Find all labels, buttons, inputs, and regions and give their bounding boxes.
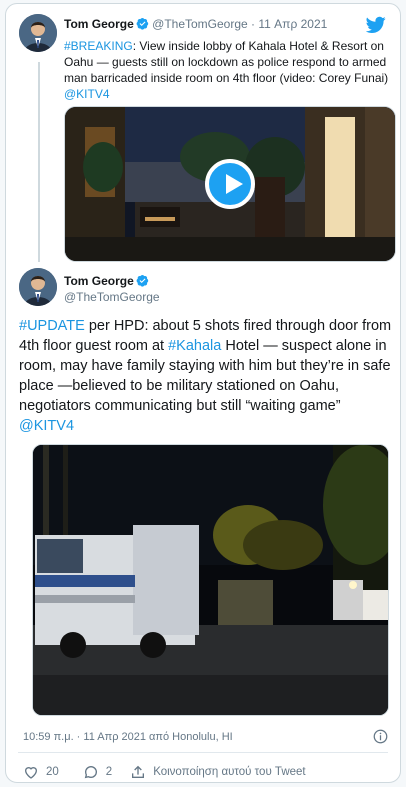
tweet-photo[interactable] (32, 444, 389, 716)
video-thumbnail[interactable] (64, 106, 396, 262)
share-icon (132, 765, 145, 778)
likes-count: 20 (46, 766, 59, 778)
divider (18, 752, 388, 753)
verified-badge-icon (136, 17, 148, 30)
reply-icon (84, 765, 97, 779)
like-button[interactable]: 20 (23, 764, 59, 780)
avatar[interactable] (19, 14, 57, 52)
mention-link[interactable]: @KITV4 (19, 418, 74, 434)
thread-connector (38, 62, 40, 262)
action-bar: 20 2 Κοινοποίηση αυτού του Tweet (23, 762, 306, 782)
author-handle[interactable]: @TheTomGeorge (64, 290, 160, 304)
replies-count: 2 (105, 766, 113, 778)
mention-link[interactable]: @KITV4 (64, 87, 110, 101)
tweet-text: #UPDATE per HPD: about 5 shots fired thr… (19, 316, 397, 436)
quoted-tweet-header: Tom George @TheTomGeorge · 11 Απρ 2021 (64, 17, 327, 31)
tweet-date[interactable]: 11 Απρ 2021 (258, 17, 327, 31)
quoted-tweet-text: #BREAKING: View inside lobby of Kahala H… (64, 38, 394, 102)
tweet-card: Tom George @TheTomGeorge · 11 Απρ 2021 #… (5, 3, 401, 783)
verified-badge-icon (136, 274, 148, 287)
play-icon[interactable] (205, 159, 255, 209)
author-handle[interactable]: @TheTomGeorge (152, 17, 248, 31)
author-name[interactable]: Tom George (64, 274, 134, 288)
twitter-bird-icon[interactable] (366, 16, 386, 34)
tweet-timestamp[interactable]: 10:59 π.μ. · 11 Απρ 2021 από Honolulu, H… (23, 731, 233, 743)
heart-icon (24, 767, 38, 779)
author-name-row: Tom George (64, 274, 149, 288)
share-label: Κοινοποίηση αυτού του Tweet (153, 766, 306, 778)
separator: · (247, 17, 259, 31)
reply-button[interactable]: 2 (83, 764, 112, 780)
hashtag-link[interactable]: #BREAKING (64, 39, 133, 53)
avatar[interactable] (19, 268, 57, 306)
author-name[interactable]: Tom George (64, 17, 134, 31)
hashtag-link[interactable]: #Kahala (168, 338, 221, 354)
share-button[interactable]: Κοινοποίηση αυτού του Tweet (130, 764, 306, 780)
hashtag-link[interactable]: #UPDATE (19, 318, 85, 334)
info-icon[interactable] (373, 729, 388, 744)
police-scene-image (33, 445, 388, 715)
